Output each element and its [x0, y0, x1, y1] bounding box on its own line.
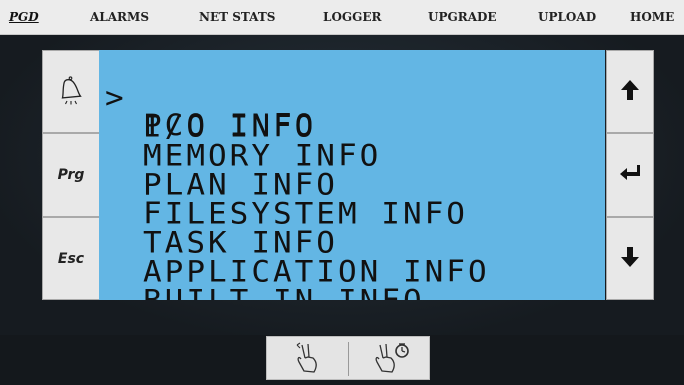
hold-gesture-button[interactable]: [349, 339, 429, 379]
up-button[interactable]: [606, 50, 654, 133]
down-button[interactable]: [606, 217, 654, 300]
arrow-up-icon: [620, 79, 640, 105]
gesture-panel: [266, 336, 430, 380]
nav-logger[interactable]: LOGGER: [323, 0, 382, 34]
esc-label: Esc: [57, 250, 85, 267]
lcd-display: > PCO INFO I/O INFO MEMORY INFO PLAN INF…: [99, 50, 605, 300]
top-nav-bar: PGD ALARMS NET STATS LOGGER UPGRADE UPLO…: [0, 0, 684, 35]
menu-item[interactable]: TASK INFO: [99, 202, 605, 257]
nav-upgrade[interactable]: UPGRADE: [428, 0, 497, 34]
arrow-down-icon: [620, 246, 640, 272]
bell-icon: [57, 75, 85, 109]
menu-item[interactable]: PLAN INFO: [99, 144, 605, 199]
prg-button[interactable]: Prg: [42, 133, 100, 217]
menu-item[interactable]: APPLICATION INFO: [99, 231, 605, 286]
nav-net-stats[interactable]: NET STATS: [199, 0, 275, 34]
menu-item[interactable]: I/O INFO: [99, 86, 605, 141]
menu-item[interactable]: BUILT IN INFO: [99, 260, 605, 300]
alarm-button[interactable]: [42, 50, 100, 133]
menu-item-label: BUILT IN INFO: [143, 286, 425, 300]
menu-item[interactable]: > PCO INFO: [99, 57, 605, 140]
enter-icon: [619, 164, 641, 186]
menu-item[interactable]: MEMORY INFO: [99, 115, 605, 170]
nav-pgd[interactable]: PGD: [9, 0, 39, 34]
nav-upload[interactable]: UPLOAD: [538, 0, 596, 34]
swipe-gesture-button[interactable]: [267, 339, 347, 379]
enter-button[interactable]: [606, 133, 654, 217]
esc-button[interactable]: Esc: [42, 217, 100, 300]
nav-home[interactable]: HOME: [630, 0, 674, 34]
menu-item[interactable]: FILESYSTEM INFO: [99, 173, 605, 228]
two-finger-swipe-icon: [293, 342, 323, 380]
prg-label: Prg: [57, 167, 85, 183]
two-finger-hold-timer-icon: [371, 342, 411, 380]
nav-alarms[interactable]: ALARMS: [90, 0, 149, 34]
